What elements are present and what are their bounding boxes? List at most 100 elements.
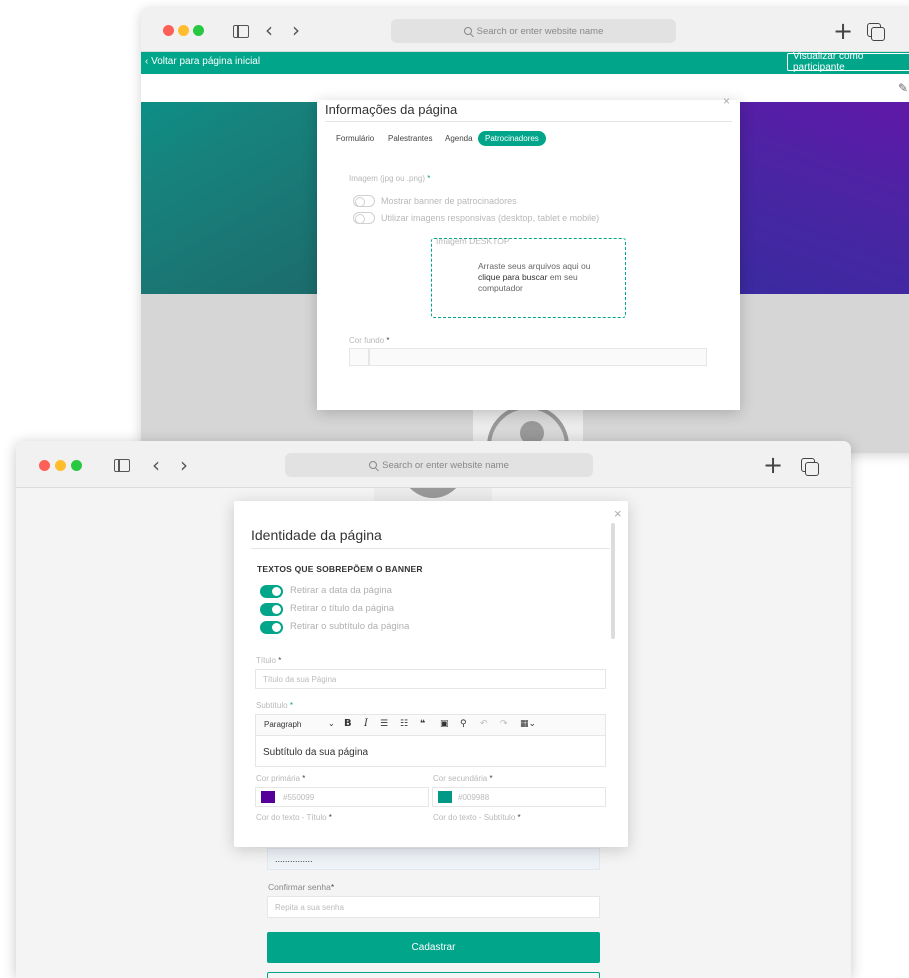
sidebar-icon[interactable] — [233, 25, 249, 38]
file-drop-zone[interactable]: Arraste seus arquivos aqui ou clique par… — [431, 238, 626, 318]
tab-agenda[interactable]: Agenda — [445, 131, 473, 146]
title-input[interactable]: Título da sua Página — [255, 669, 606, 689]
drop-text-line3: computador — [478, 283, 523, 293]
chevron-right-icon[interactable]: › — [180, 455, 188, 475]
toggle-label: Utilizar imagens responsivas (desktop, t… — [381, 213, 600, 223]
browser-toolbar: ‹ › Search or enter website name + — [141, 8, 909, 52]
modal-scrollbar[interactable] — [611, 523, 615, 639]
search-icon — [463, 27, 472, 35]
redo-icon[interactable]: ↷ — [500, 719, 508, 729]
submit-button[interactable]: Cadastrar — [267, 932, 600, 963]
drop-text-rest: em seu — [547, 272, 578, 282]
quote-icon[interactable]: ❝ — [420, 719, 425, 729]
chevron-left-icon[interactable]: ‹ — [152, 455, 160, 475]
close-icon[interactable]: × — [723, 94, 730, 108]
drop-text-line2: clique para buscar em seu — [478, 272, 625, 283]
paragraph-select-value: Paragraph — [264, 720, 302, 729]
tabs-icon[interactable] — [801, 458, 819, 476]
image-icon[interactable]: ▣ — [440, 719, 449, 729]
title-field-label-text: Título — [256, 656, 277, 665]
confirm-password-label-text: Confirmar senha — [268, 882, 331, 892]
secondary-color-input[interactable]: #009988 — [432, 787, 606, 807]
tab-palestrantes[interactable]: Palestrantes — [388, 131, 432, 146]
bullet-list-icon[interactable]: ☰ — [380, 719, 388, 729]
toggle-remove-date[interactable] — [260, 585, 283, 598]
bold-icon[interactable]: B — [344, 718, 352, 729]
toggle-label: Mostrar banner de patrocinadores — [381, 196, 517, 206]
tabs-icon[interactable] — [867, 23, 885, 41]
rich-text-toolbar: Paragraph ⌄ B I ☰ ☷ ❝ ▣ ⚲ ↶ ↷ ▦⌄ — [255, 714, 606, 736]
back-link-label: Voltar para página inicial — [151, 56, 261, 67]
toggle-label: Retirar o subtítulo da página — [290, 621, 410, 632]
pencil-icon[interactable]: ✎ — [898, 81, 908, 95]
toggle-remove-title[interactable] — [260, 603, 283, 616]
close-window-button[interactable] — [39, 460, 50, 471]
search-icon — [369, 461, 378, 469]
secondary-button[interactable] — [267, 972, 600, 978]
chevron-left-icon[interactable]: ‹ — [265, 20, 273, 40]
front-browser-window: ‹ › Search or enter website name + .....… — [16, 441, 851, 978]
password-input[interactable]: ............... — [267, 848, 600, 870]
back-to-home-link[interactable]: ‹ Voltar para página inicial — [145, 56, 260, 67]
minimize-window-button[interactable] — [55, 460, 66, 471]
toggle-show-sponsors-banner[interactable] — [353, 195, 375, 207]
bg-color-label: Cor fundo * — [349, 336, 390, 345]
confirm-password-label: Confirmar senha* — [268, 882, 335, 892]
tab-formulario[interactable]: Formulário — [336, 131, 374, 146]
modal-title: Informações da página — [325, 102, 458, 117]
chevron-right-icon[interactable]: › — [292, 20, 300, 40]
page-identity-modal: × Identidade da página TEXTOS QUE SOBREP… — [234, 501, 628, 847]
banner-right — [740, 102, 909, 294]
primary-color-label-text: Cor primária — [256, 774, 301, 783]
italic-icon[interactable]: I — [364, 718, 368, 729]
banner-left — [141, 102, 317, 294]
secondary-color-label-text: Cor secundária — [433, 774, 488, 783]
page-info-modal: Informações da página × Formulário Pales… — [317, 94, 740, 410]
address-bar-placeholder: Search or enter website name — [476, 25, 604, 37]
title-field-label: Título * — [256, 656, 282, 665]
chevron-down-icon[interactable]: ⌄ — [328, 719, 335, 728]
image-label-text: Imagem (jpg ou .png) — [349, 174, 426, 183]
link-icon[interactable]: ⚲ — [460, 719, 467, 729]
text-color-title-label-text: Cor do texto - Título — [256, 813, 327, 822]
address-bar[interactable]: Search or enter website name — [391, 19, 676, 43]
bg-color-label-text: Cor fundo — [349, 336, 385, 345]
text-color-title-label: Cor do texto - Título * — [256, 813, 332, 822]
close-window-button[interactable] — [163, 25, 174, 36]
maximize-window-button[interactable] — [71, 460, 82, 471]
tab-patrocinadores[interactable]: Patrocinadores — [478, 131, 546, 146]
subtitle-field-label: Subtítulo * — [256, 701, 293, 710]
address-bar[interactable]: Search or enter website name — [285, 453, 593, 477]
secondary-color-label: Cor secundária * — [433, 774, 493, 783]
toggle-remove-subtitle[interactable] — [260, 621, 283, 634]
minimize-window-button[interactable] — [178, 25, 189, 36]
browse-link[interactable]: clique para buscar — [478, 272, 547, 282]
divider — [325, 121, 732, 122]
back-browser-window: ‹ › Search or enter website name + ‹ Vol… — [141, 8, 909, 453]
close-icon[interactable]: × — [614, 506, 622, 521]
paragraph-select[interactable]: Paragraph — [264, 720, 301, 729]
toggle-responsive-images[interactable] — [353, 212, 375, 224]
maximize-window-button[interactable] — [193, 25, 204, 36]
undo-icon[interactable]: ↶ — [480, 719, 488, 729]
text-color-subtitle-label-text: Cor do texto - Subtítulo — [433, 813, 516, 822]
table-icon[interactable]: ▦⌄ — [520, 719, 536, 729]
event-topbar: ‹ Voltar para página inicial Visualizar … — [141, 51, 909, 74]
toggle-label: Retirar o título da página — [290, 603, 395, 614]
secondary-color-swatch[interactable] — [438, 791, 452, 803]
subtitle-editor[interactable]: Subtítulo da sua página — [255, 736, 606, 767]
text-color-subtitle-label: Cor do texto - Subtítulo * — [433, 813, 521, 822]
primary-color-input[interactable]: #550099 — [255, 787, 429, 807]
plus-icon[interactable]: + — [833, 19, 853, 43]
plus-icon[interactable]: + — [763, 453, 783, 477]
sidebar-icon[interactable] — [114, 459, 130, 472]
view-as-participant-button[interactable]: Visualizar como participante — [787, 51, 909, 73]
browser-toolbar: ‹ › Search or enter website name + — [16, 441, 851, 488]
section-heading: TEXTOS QUE SOBREPÕEM O BANNER — [257, 564, 423, 574]
bg-color-input[interactable] — [369, 348, 707, 366]
primary-color-swatch[interactable] — [261, 791, 275, 803]
numbered-list-icon[interactable]: ☷ — [400, 719, 408, 729]
bg-color-swatch[interactable] — [349, 348, 369, 366]
primary-color-label: Cor primária * — [256, 774, 306, 783]
confirm-password-input[interactable]: Repita a sua senha — [267, 896, 600, 918]
